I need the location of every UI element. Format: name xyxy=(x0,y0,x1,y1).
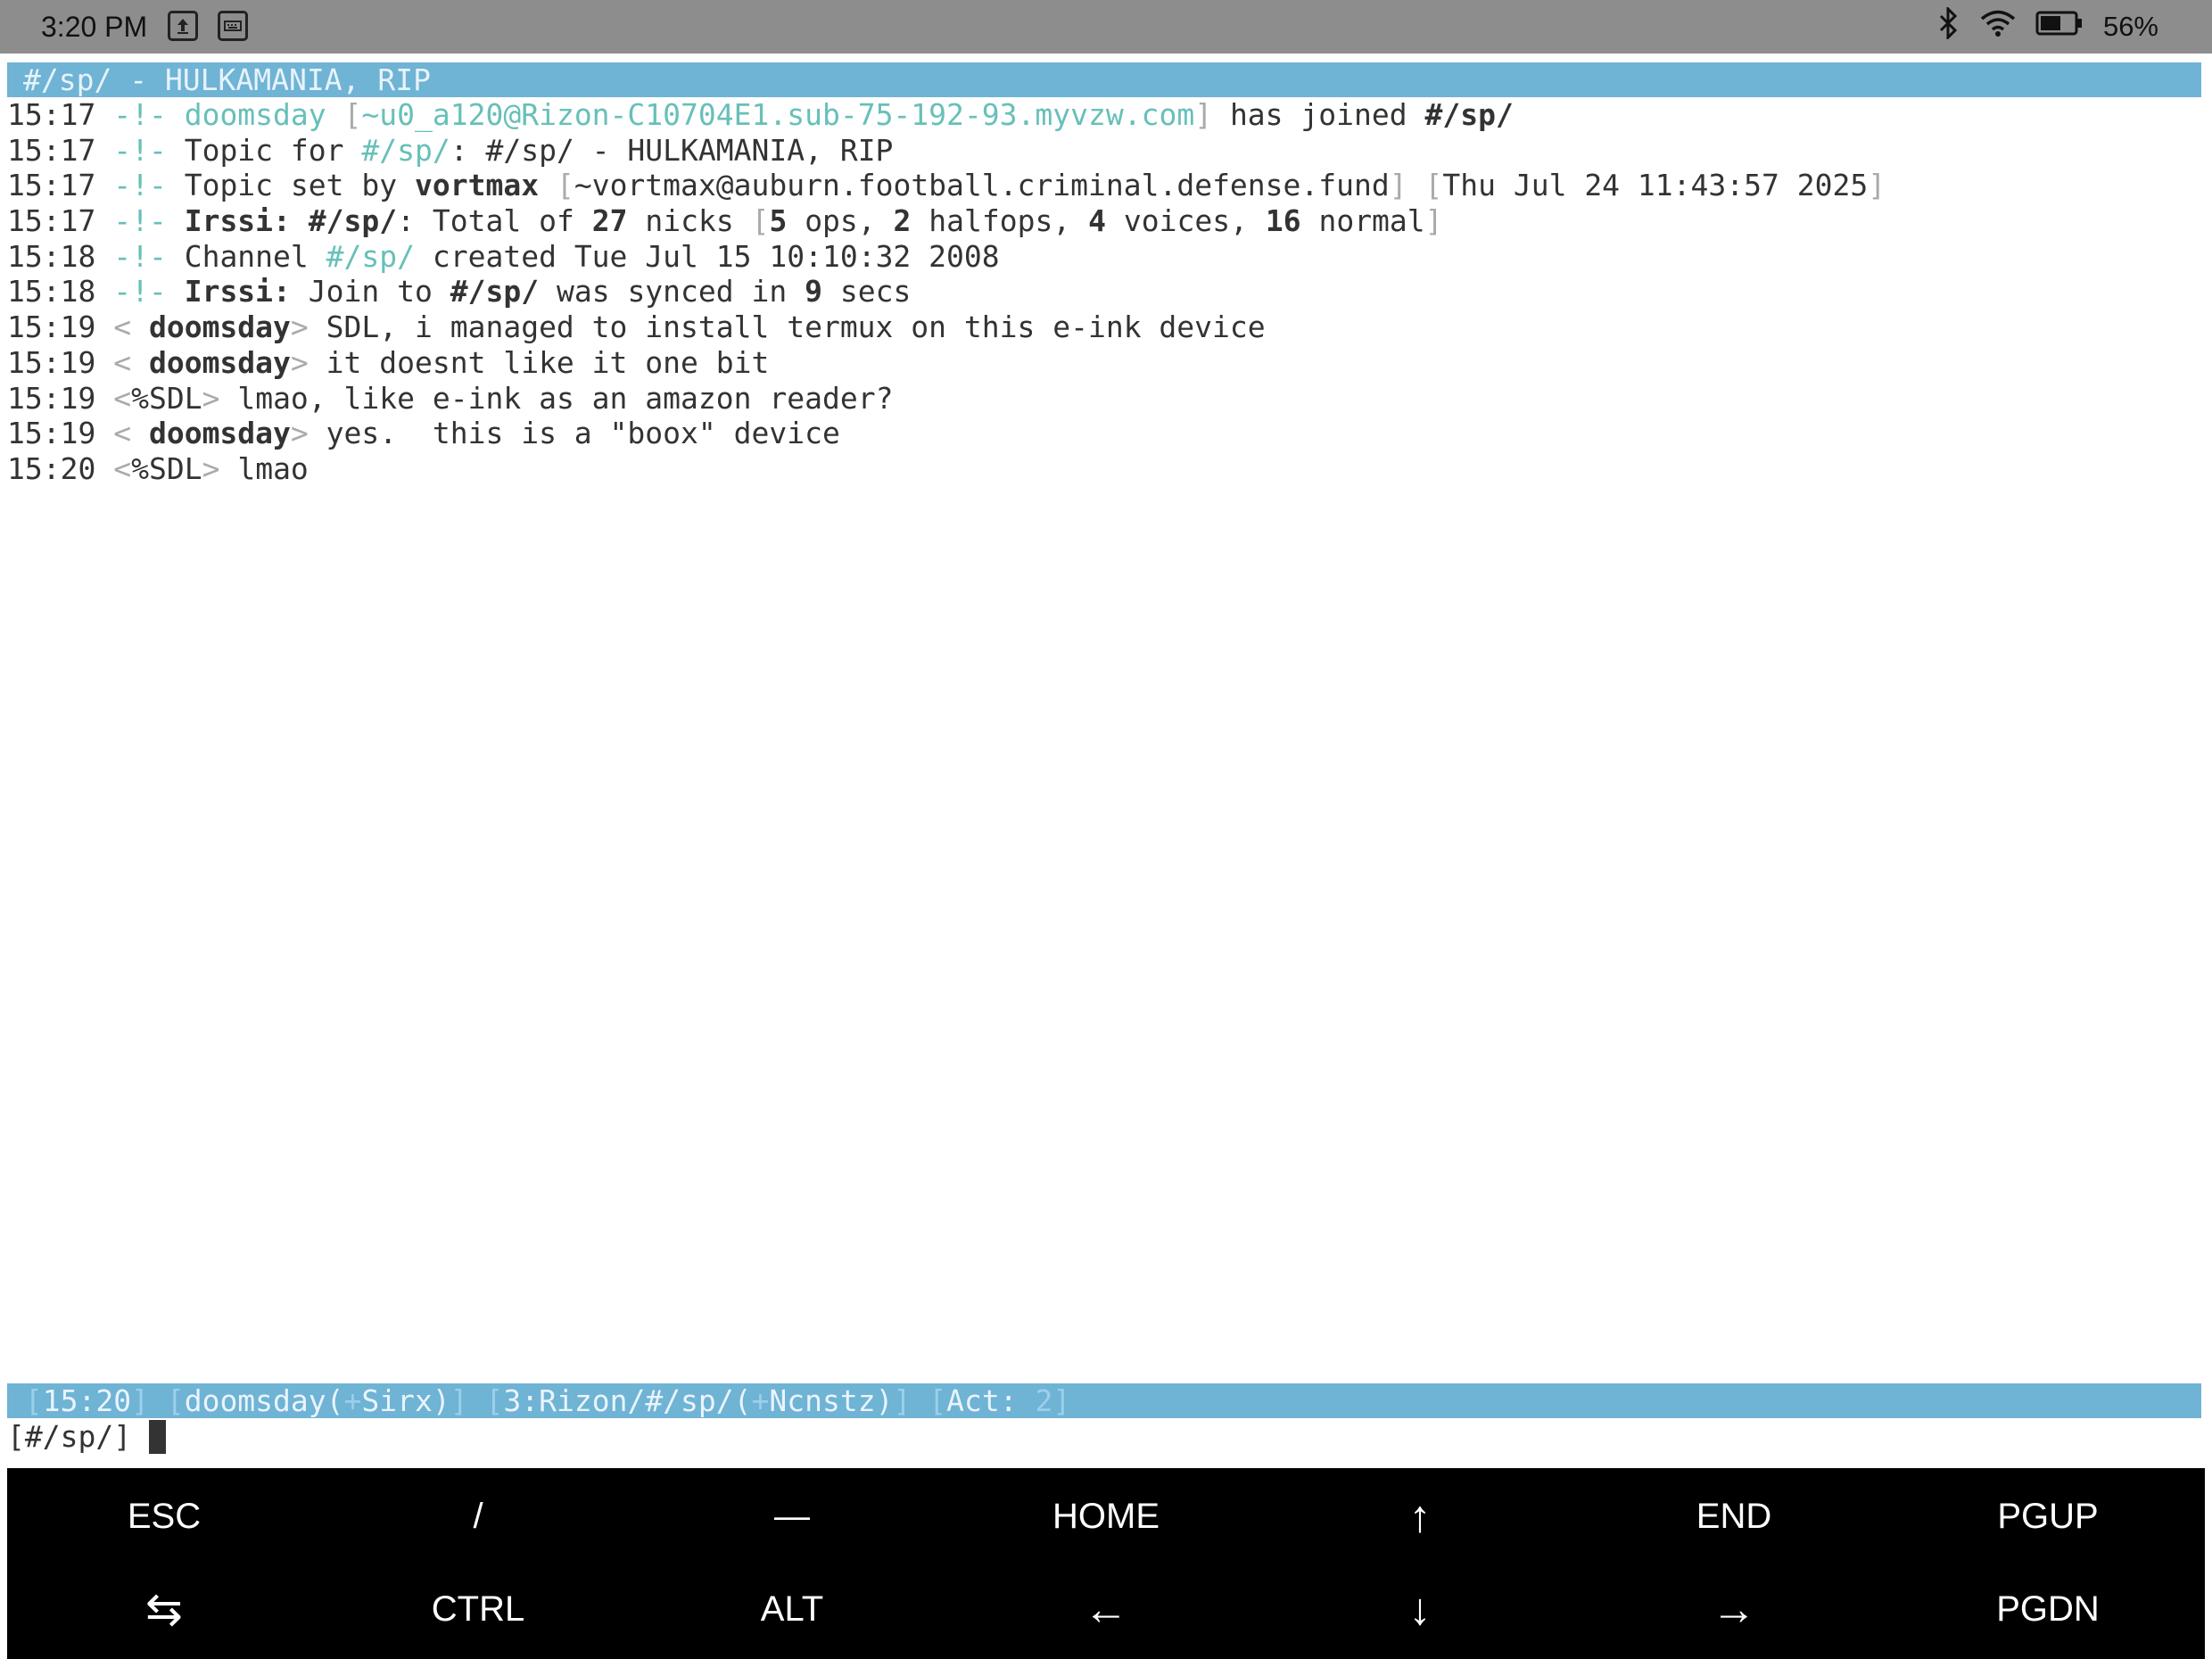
message-line: 15:20 <%SDL> lmao xyxy=(7,450,309,486)
battery-icon xyxy=(2035,10,2084,44)
down-arrow-key[interactable]: ↓ xyxy=(1263,1563,1577,1655)
log-line: 15:17 -!- Topic set by vortmax [~vortmax… xyxy=(7,168,1886,203)
log-line: 15:17 -!- doomsday [~u0_a120@Rizon-C1070… xyxy=(7,97,1514,132)
text-cursor xyxy=(148,1420,166,1454)
android-status-bar: 3:20 PM 56% xyxy=(0,0,2212,54)
irssi-status-line: [15:20] [doomsday(+Sirx)] [3:Rizon/#/sp/… xyxy=(7,1383,2201,1418)
pgdn-key[interactable]: PGDN xyxy=(1891,1563,2205,1655)
end-key[interactable]: END xyxy=(1577,1470,1891,1563)
right-arrow-key[interactable]: → xyxy=(1577,1563,1891,1655)
message-line: 15:19 < doomsday> it doesnt like it one … xyxy=(7,344,770,380)
log-line: 15:17 -!- Irssi: #/sp/: Total of 27 nick… xyxy=(7,203,1443,239)
log-line: 15:18 -!- Irssi: Join to #/sp/ was synce… xyxy=(7,274,912,310)
status-activity: 2 xyxy=(1035,1383,1053,1418)
home-key[interactable]: HOME xyxy=(949,1470,1263,1563)
status-nick: doomsday xyxy=(184,1383,326,1418)
pgup-key[interactable]: PGUP xyxy=(1891,1470,2205,1563)
message-line: 15:19 <%SDL> lmao, like e-ink as an amaz… xyxy=(7,380,894,416)
clock: 3:20 PM xyxy=(41,11,148,43)
esc-key[interactable]: ESC xyxy=(7,1470,321,1563)
status-icons: 56% xyxy=(1936,5,2158,46)
topic-bar: #/sp/ - HULKAMANIA, RIP xyxy=(7,62,2201,97)
wifi-icon xyxy=(1980,9,2016,45)
bluetooth-icon xyxy=(1936,5,1960,46)
left-arrow-key[interactable]: ← xyxy=(949,1563,1263,1655)
dash-key[interactable]: — xyxy=(635,1470,949,1563)
status-time: 15:20 xyxy=(42,1383,132,1418)
message-line: 15:19 < doomsday> SDL, i managed to inst… xyxy=(7,310,1266,345)
keyboard-icon xyxy=(218,11,248,41)
up-arrow-key[interactable]: ↑ xyxy=(1263,1470,1577,1563)
extra-keys-row-1: ESC / — HOME ↑ END PGUP xyxy=(7,1470,2205,1563)
input-line[interactable]: [#/sp/] xyxy=(7,1419,166,1455)
log-line: 15:18 -!- Channel #/sp/ created Tue Jul … xyxy=(7,238,1000,274)
ctrl-key[interactable]: CTRL xyxy=(321,1563,635,1655)
slash-key[interactable]: / xyxy=(321,1470,635,1563)
irssi-window: #/sp/ - HULKAMANIA, RIP 15:17 -!- doomsd… xyxy=(7,62,2201,487)
battery-percent: 56% xyxy=(2102,11,2158,42)
log-line: 15:17 -!- Topic for #/sp/: #/sp/ - HULKA… xyxy=(7,132,894,168)
tab-key[interactable]: ⇆ xyxy=(7,1563,321,1655)
upload-icon xyxy=(168,11,198,41)
alt-key[interactable]: ALT xyxy=(635,1563,949,1655)
input-prompt: [#/sp/] xyxy=(7,1419,149,1454)
message-line: 15:19 < doomsday> yes. this is a "boox" … xyxy=(7,416,840,451)
status-window: 3:Rizon/#/sp/ xyxy=(503,1383,734,1418)
extra-keys-bar: ESC / — HOME ↑ END PGUP ⇆ CTRL ALT ← ↓ →… xyxy=(7,1468,2205,1659)
extra-keys-row-2: ⇆ CTRL ALT ← ↓ → PGDN xyxy=(7,1563,2205,1655)
